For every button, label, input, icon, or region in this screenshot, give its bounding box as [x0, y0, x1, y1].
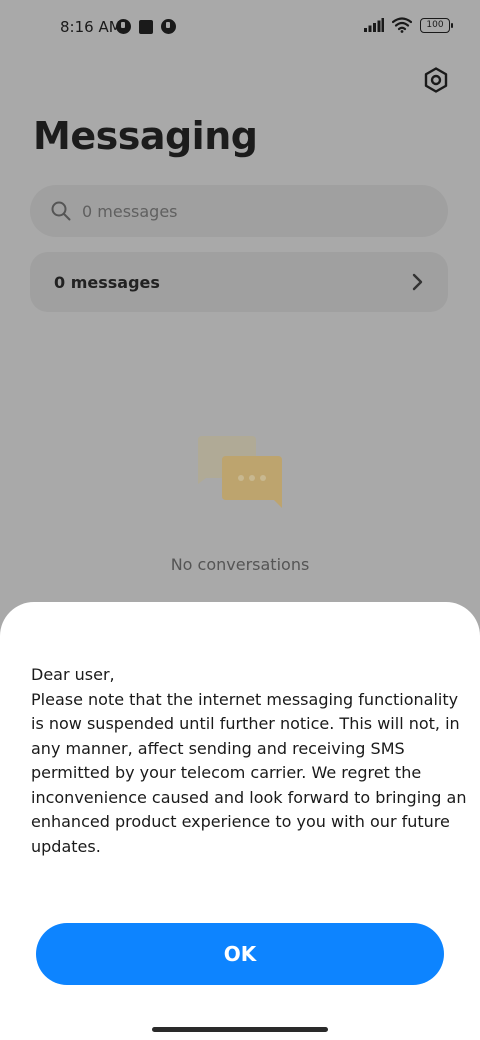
home-indicator[interactable]	[152, 1027, 328, 1032]
notification-icons	[116, 19, 176, 34]
page-title: Messaging	[33, 114, 258, 158]
app-notification-icon	[116, 19, 131, 34]
messaging-screen: 8:16 AM 100 Messaging 0 messages 0 messa…	[0, 0, 480, 1040]
app-notification-icon-2	[161, 19, 176, 34]
search-icon	[51, 201, 71, 221]
messages-row-label: 0 messages	[54, 272, 160, 292]
ok-button[interactable]: OK	[36, 923, 444, 985]
chat-bubbles-icon	[198, 436, 282, 508]
chevron-right-icon	[412, 273, 423, 291]
notice-message: Dear user, Please note that the internet…	[31, 665, 467, 856]
empty-state-text: No conversations	[170, 555, 310, 574]
battery-icon: 100	[420, 17, 453, 33]
search-input[interactable]: 0 messages	[30, 185, 448, 237]
messages-row[interactable]: 0 messages	[30, 252, 448, 312]
status-time: 8:16 AM	[60, 18, 122, 36]
battery-level: 100	[426, 19, 444, 30]
status-bar: 8:16 AM 100	[0, 0, 480, 56]
square-notification-icon	[139, 19, 153, 34]
wifi-icon	[392, 17, 412, 33]
search-placeholder: 0 messages	[82, 201, 178, 221]
settings-icon	[424, 67, 448, 93]
settings-button[interactable]	[420, 64, 452, 96]
signal-icon	[364, 18, 384, 32]
system-icons: 100	[364, 17, 453, 33]
